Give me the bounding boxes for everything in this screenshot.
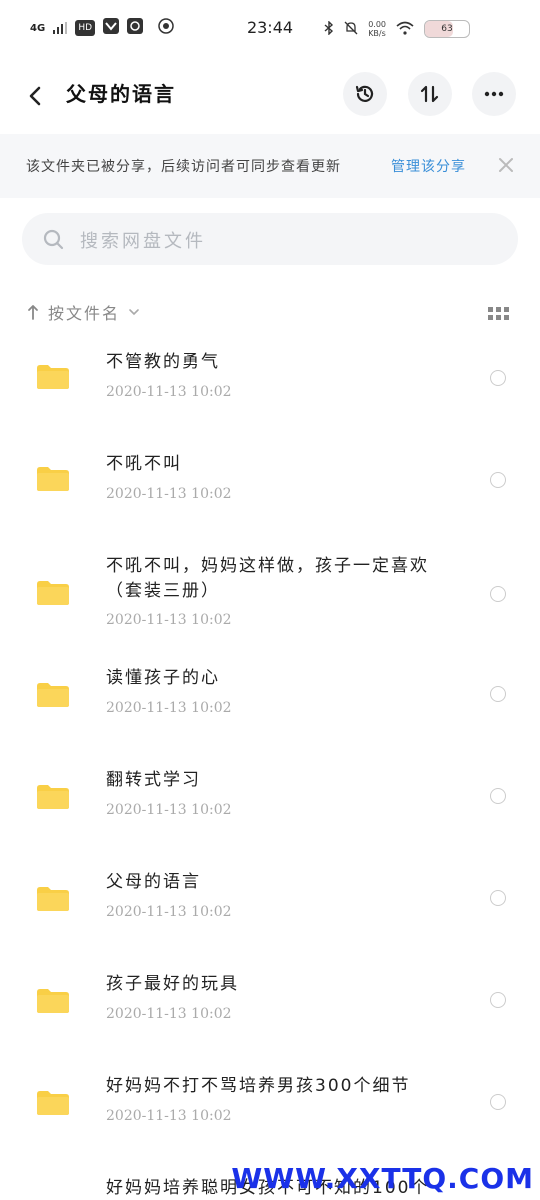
folder-icon bbox=[37, 989, 69, 1013]
file-date: 2020-11-13 10:02 bbox=[106, 384, 232, 400]
speed-value: 0.00 bbox=[368, 20, 386, 29]
watermark-text: WWW.XXTTQ.COM bbox=[231, 1162, 534, 1195]
manage-share-link[interactable]: 管理该分享 bbox=[391, 156, 466, 176]
file-name: 父母的语言 bbox=[106, 872, 201, 892]
file-name: 翻转式学习 bbox=[106, 770, 201, 790]
file-name: 不吼不叫，妈妈这样做，孩子一定喜欢（套装三册） bbox=[106, 556, 429, 601]
status-bar: 4G HD 23:44 0.00 KB/s 63 bbox=[0, 0, 540, 60]
select-checkbox[interactable] bbox=[490, 472, 506, 488]
speed-indicator: 0.00 KB/s bbox=[368, 20, 386, 38]
list-item[interactable]: 翻转式学习 2020-11-13 10:02 bbox=[0, 760, 540, 862]
file-date: 2020-11-13 10:02 bbox=[106, 700, 232, 716]
more-icon bbox=[484, 91, 504, 97]
chevron-left-icon bbox=[29, 86, 41, 106]
list-item[interactable]: 孩子最好的玩具 2020-11-13 10:02 bbox=[0, 964, 540, 1066]
list-item[interactable]: 父母的语言 2020-11-13 10:02 bbox=[0, 862, 540, 964]
file-name: 好妈妈不打不骂培养男孩300个细节 bbox=[106, 1076, 411, 1096]
transfer-button[interactable] bbox=[408, 72, 452, 116]
folder-icon bbox=[37, 1091, 69, 1115]
folder-icon bbox=[37, 467, 69, 491]
list-item[interactable]: 不吼不叫 2020-11-13 10:02 bbox=[0, 432, 540, 534]
arrow-up-icon bbox=[28, 305, 38, 320]
share-banner-message: 该文件夹已被分享，后续访问者可同步查看更新 bbox=[26, 159, 341, 175]
folder-icon bbox=[37, 785, 69, 809]
history-button[interactable] bbox=[343, 72, 387, 116]
chevron-down-icon bbox=[129, 309, 139, 316]
file-date: 2020-11-13 10:02 bbox=[106, 802, 232, 818]
list-item[interactable]: 不管教的勇气 2020-11-13 10:02 bbox=[0, 330, 540, 432]
back-button[interactable] bbox=[22, 78, 50, 114]
share-banner: 该文件夹已被分享，后续访问者可同步查看更新 管理该分享 bbox=[0, 134, 540, 198]
bluetooth-icon bbox=[324, 19, 334, 38]
list-item[interactable]: 好妈妈不打不骂培养男孩300个细节 2020-11-13 10:02 bbox=[0, 1066, 540, 1168]
folder-icon bbox=[37, 683, 69, 707]
search-placeholder: 搜索网盘文件 bbox=[80, 231, 206, 252]
file-name: 读懂孩子的心 bbox=[106, 668, 220, 688]
mute-icon bbox=[344, 21, 358, 38]
more-button[interactable] bbox=[472, 72, 516, 116]
select-checkbox[interactable] bbox=[490, 370, 506, 386]
select-checkbox[interactable] bbox=[490, 788, 506, 804]
list-item[interactable]: 不吼不叫，妈妈这样做，孩子一定喜欢（套装三册） 2020-11-13 10:02 bbox=[0, 534, 540, 658]
page-title: 父母的语言 bbox=[66, 82, 176, 106]
file-date: 2020-11-13 10:02 bbox=[106, 486, 232, 502]
grid-icon bbox=[488, 307, 509, 320]
battery-icon: 63 bbox=[424, 20, 470, 38]
top-bar: 父母的语言 bbox=[0, 62, 540, 128]
file-name: 不管教的勇气 bbox=[106, 352, 220, 372]
select-checkbox[interactable] bbox=[490, 586, 506, 602]
file-name: 孩子最好的玩具 bbox=[106, 974, 239, 994]
search-input[interactable]: 搜索网盘文件 bbox=[22, 213, 518, 265]
sort-bar: 按文件名 bbox=[0, 296, 540, 330]
sort-label: 按文件名 bbox=[48, 304, 121, 323]
close-icon bbox=[499, 158, 513, 172]
file-date: 2020-11-13 10:02 bbox=[106, 1006, 232, 1022]
file-date: 2020-11-13 10:02 bbox=[106, 612, 232, 628]
folder-icon bbox=[37, 887, 69, 911]
select-checkbox[interactable] bbox=[490, 686, 506, 702]
list-item[interactable]: 读懂孩子的心 2020-11-13 10:02 bbox=[0, 658, 540, 760]
transfer-icon bbox=[420, 85, 439, 103]
file-date: 2020-11-13 10:02 bbox=[106, 904, 232, 920]
select-checkbox[interactable] bbox=[490, 1094, 506, 1110]
status-right: 0.00 KB/s 63 bbox=[324, 19, 470, 38]
folder-icon bbox=[37, 365, 69, 389]
file-date: 2020-11-13 10:02 bbox=[106, 1108, 232, 1124]
search-icon bbox=[43, 229, 64, 250]
select-checkbox[interactable] bbox=[490, 890, 506, 906]
file-name: 不吼不叫 bbox=[106, 454, 182, 474]
select-checkbox[interactable] bbox=[490, 992, 506, 1008]
speed-unit: KB/s bbox=[368, 29, 386, 38]
close-banner-button[interactable] bbox=[498, 154, 514, 178]
wifi-icon bbox=[396, 21, 414, 38]
folder-icon bbox=[37, 581, 69, 605]
battery-level: 63 bbox=[441, 24, 453, 34]
sort-by-name-toggle[interactable]: 按文件名 bbox=[26, 300, 140, 324]
history-icon bbox=[355, 85, 374, 102]
grid-view-button[interactable] bbox=[488, 306, 510, 320]
